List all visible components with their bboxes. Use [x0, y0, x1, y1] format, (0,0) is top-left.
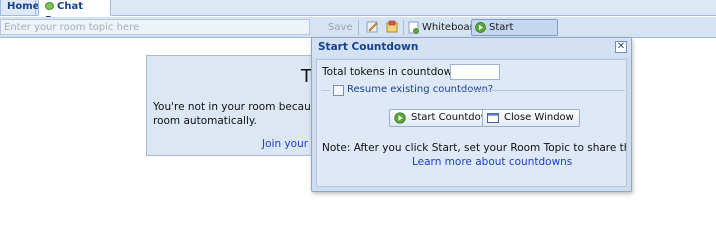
- play-circle-icon: [394, 112, 406, 124]
- save-button[interactable]: Save: [323, 19, 358, 36]
- tab-bar: Home Chat Room: [0, 0, 716, 26]
- tab-home[interactable]: Home: [0, 0, 40, 16]
- toolbar-separator: [403, 20, 404, 35]
- room-topic-input[interactable]: [0, 19, 310, 35]
- close-window-label: Close Window: [504, 112, 574, 123]
- tab-chat-room[interactable]: Chat Room: [38, 0, 111, 26]
- dialog-header: Start Countdown ✕: [312, 38, 631, 57]
- toolbar: Save Whiteboard Start Countdown: [0, 17, 716, 48]
- upload-icon[interactable]: [386, 20, 399, 33]
- play-circle-icon: [475, 22, 486, 33]
- app-window: Home Chat Room Save Whiteboard: [0, 0, 716, 250]
- fieldset-divider: [321, 90, 330, 91]
- close-window-button[interactable]: Close Window: [482, 109, 580, 127]
- learn-more-link[interactable]: Learn more about countdowns: [412, 156, 572, 168]
- toolbar-separator: [358, 20, 359, 35]
- fieldset-divider: [459, 90, 625, 91]
- start-countdown-dialog: Start Countdown ✕ Total tokens in countd…: [311, 37, 632, 192]
- tab-home-label: Home: [7, 1, 40, 12]
- countdown-note: Note: After you click Start, set your Ro…: [322, 142, 626, 154]
- resume-checkbox[interactable]: [333, 85, 344, 96]
- whiteboard-icon: [408, 21, 419, 34]
- save-button-label: Save: [328, 22, 353, 33]
- tokens-input[interactable]: [450, 64, 500, 80]
- window-icon: [487, 113, 499, 123]
- pencil-icon[interactable]: [366, 20, 379, 33]
- close-icon[interactable]: ✕: [615, 41, 627, 53]
- start-countdown-toolbar-button[interactable]: Start Countdown: [471, 19, 558, 48]
- tokens-label: Total tokens in countdown:: [322, 66, 463, 78]
- dialog-body: Total tokens in countdown: Resume existi…: [316, 59, 627, 187]
- dialog-title: Start Countdown: [318, 41, 419, 53]
- chat-bubble-icon: [45, 2, 54, 10]
